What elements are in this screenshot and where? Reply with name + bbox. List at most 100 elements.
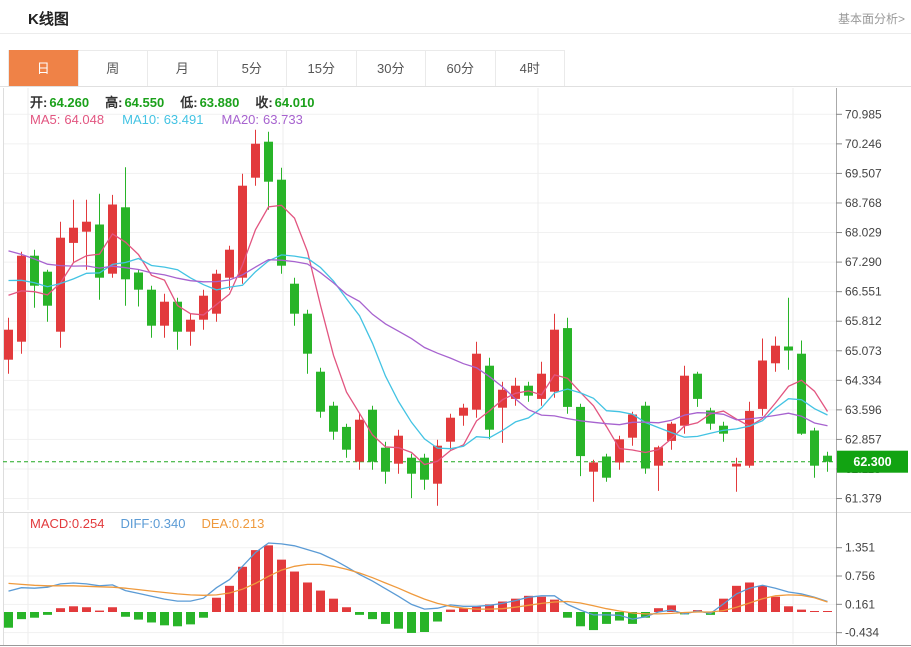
tab-4hour[interactable]: 4时 [496, 50, 566, 86]
high-value: 64.550 [124, 95, 164, 110]
tab-week[interactable]: 周 [79, 50, 149, 86]
macd-bar [199, 612, 208, 618]
ma5-label: MA5: [30, 112, 60, 127]
candle [732, 464, 741, 467]
ohlc-low: 低:63.880 [180, 92, 239, 111]
svg-text:0.756: 0.756 [845, 569, 875, 583]
ma10-label: MA10: [122, 112, 160, 127]
macd-bar [563, 612, 572, 618]
candle [823, 456, 832, 462]
candle [316, 372, 325, 412]
macd-bar [602, 612, 611, 624]
candle [459, 408, 468, 416]
dea-label: DEA: [201, 516, 231, 531]
macd-value-readout: MACD:0.254 [30, 516, 104, 531]
svg-text:62.857: 62.857 [845, 432, 882, 446]
tab-5min[interactable]: 5分 [218, 50, 288, 86]
svg-text:68.029: 68.029 [845, 226, 882, 240]
candle [290, 284, 299, 314]
ohlc-high: 高:64.550 [105, 92, 164, 111]
macd-bar [212, 598, 221, 612]
macd-bar [303, 582, 312, 612]
dea-value: 0.213 [232, 516, 265, 531]
macd-bar [407, 612, 416, 633]
macd-bar [17, 612, 26, 619]
macd-bar [69, 606, 78, 612]
macd-readout: MACD:0.254 DIFF:0.340 DEA:0.213 [30, 516, 264, 531]
macd-bar [160, 612, 169, 625]
svg-text:-0.434: -0.434 [845, 626, 879, 640]
candle [394, 436, 403, 464]
diff-value-readout: DIFF:0.340 [120, 516, 185, 531]
macd-bar [290, 572, 299, 612]
macd-bar [420, 612, 429, 632]
tab-60min[interactable]: 60分 [426, 50, 496, 86]
diff-label: DIFF: [120, 516, 153, 531]
macd-bar [82, 607, 91, 612]
tab-15min[interactable]: 15分 [287, 50, 357, 86]
ma20-label: MA20: [221, 112, 259, 127]
svg-text:68.768: 68.768 [845, 196, 882, 210]
macd-bar [316, 591, 325, 612]
page-title: K线图 [28, 8, 69, 29]
candle [17, 256, 26, 342]
macd-bar [56, 608, 65, 612]
macd-axis-labels: 1.351 0.756 0.161 -0.434 [836, 541, 879, 640]
tab-30min[interactable]: 30分 [357, 50, 427, 86]
macd-bar [433, 612, 442, 622]
candle-series[interactable] [4, 130, 832, 506]
macd-value: 0.254 [72, 516, 105, 531]
macd-bar [342, 607, 351, 612]
svg-text:70.246: 70.246 [845, 137, 882, 151]
candle [797, 354, 806, 434]
macd-bar [30, 612, 39, 618]
ma10-value: 63.491 [164, 112, 204, 127]
svg-text:70.985: 70.985 [845, 107, 882, 121]
candle [147, 290, 156, 326]
candle [134, 273, 143, 290]
ma5-readout: MA5:64.048 [30, 112, 104, 127]
macd-bar [277, 560, 286, 612]
candle [186, 320, 195, 332]
ma20-readout: MA20:63.733 [221, 112, 302, 127]
kline-page: K线图 基本面分析> 日周月5分15分30分60分4时 70.985 70.246… [0, 0, 911, 647]
candle [693, 374, 702, 399]
candle [264, 142, 273, 182]
macd-bar [134, 612, 143, 620]
macd-bar [381, 612, 390, 624]
svg-text:65.812: 65.812 [845, 314, 882, 328]
tab-day[interactable]: 日 [9, 50, 79, 86]
macd-bar [823, 611, 832, 612]
candle [446, 418, 455, 442]
fundamental-analysis-link[interactable]: 基本面分析> [838, 10, 905, 27]
macd-histogram [4, 545, 832, 633]
ma20-line [9, 251, 828, 426]
candle [225, 250, 234, 278]
svg-text:61.379: 61.379 [845, 492, 882, 506]
price-axis-labels: 70.98570.24669.50768.76868.02967.29066.5… [836, 107, 882, 505]
macd-bar [797, 610, 806, 612]
candle [69, 228, 78, 243]
diff-value: 0.340 [153, 516, 186, 531]
macd-bar [771, 597, 780, 612]
macd-bar [329, 599, 338, 612]
svg-text:1.351: 1.351 [845, 541, 875, 555]
kline-chart[interactable]: 70.98570.24669.50768.76868.02967.29066.5… [0, 88, 911, 647]
svg-text:65.073: 65.073 [845, 344, 882, 358]
macd-bar [95, 611, 104, 612]
ma-readout: MA5:64.048 MA10: 63.491 MA20:63.733 [30, 112, 303, 127]
macd-bar [173, 612, 182, 626]
header-divider [0, 33, 911, 34]
candle [381, 448, 390, 472]
ohlc-open: 开:64.260 [30, 92, 89, 111]
svg-text:64.334: 64.334 [845, 373, 882, 387]
interval-tabs: 日周月5分15分30分60分4时 [8, 50, 911, 86]
gridlines [3, 88, 836, 644]
candle [563, 328, 572, 407]
candle [82, 222, 91, 232]
macd-bar [784, 606, 793, 612]
tab-month[interactable]: 月 [148, 50, 218, 86]
svg-text:0.161: 0.161 [845, 597, 875, 611]
candle [43, 272, 52, 306]
close-value: 64.010 [275, 95, 315, 110]
